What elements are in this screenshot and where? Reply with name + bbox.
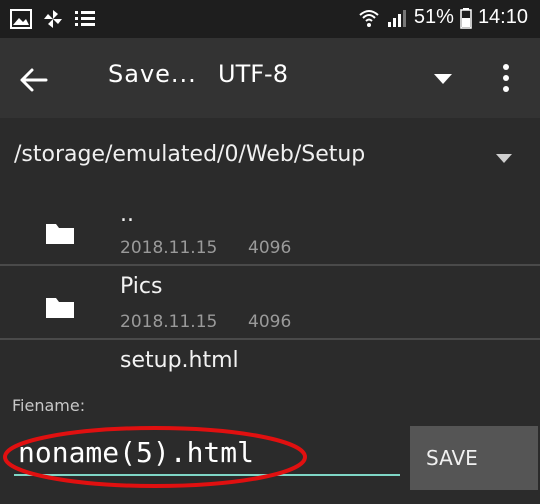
- save-button[interactable]: SAVE: [410, 426, 538, 490]
- list-item-parent[interactable]: .. 2018.11.15 4096: [0, 200, 540, 266]
- file-list: .. 2018.11.15 4096 Pics 2018.11.15 4096 …: [0, 200, 540, 390]
- image-icon: [10, 9, 32, 29]
- back-arrow-icon[interactable]: [16, 62, 52, 98]
- list-icon: [75, 11, 95, 26]
- item-name: setup.html: [120, 348, 239, 373]
- filename-input[interactable]: [14, 430, 400, 476]
- wifi-icon: [359, 9, 379, 27]
- clock: 14:10: [477, 6, 528, 28]
- current-path: /storage/emulated/0/Web/Setup: [14, 142, 366, 167]
- encoding-selector[interactable]: UTF-8: [218, 60, 288, 88]
- status-right: 51% 14:10: [358, 6, 528, 29]
- status-bar: 51% 14:10: [0, 0, 540, 38]
- item-size: 4096: [248, 238, 292, 258]
- list-item-pics[interactable]: Pics 2018.11.15 4096: [0, 266, 540, 332]
- battery-icon: [460, 7, 472, 29]
- item-name: Pics: [120, 274, 163, 299]
- item-name: ..: [120, 202, 134, 227]
- item-date: 2018.11.15: [120, 238, 218, 258]
- more-vert-icon[interactable]: [498, 62, 514, 94]
- folder-icon: [46, 224, 74, 244]
- status-left-icons: [10, 8, 96, 30]
- pinwheel-icon: [44, 10, 62, 28]
- chevron-down-icon[interactable]: [432, 72, 454, 86]
- path-selector[interactable]: /storage/emulated/0/Web/Setup: [0, 118, 540, 200]
- folder-icon: [46, 298, 74, 318]
- item-date: 2018.11.15: [120, 312, 218, 332]
- page-title: Save...: [108, 60, 197, 88]
- signal-icon: [387, 9, 406, 27]
- app-bar: Save... UTF-8: [0, 38, 540, 118]
- filename-label: Fiename:: [12, 396, 86, 415]
- list-item-setup[interactable]: setup.html: [0, 340, 540, 390]
- battery-percent: 51%: [413, 6, 454, 28]
- path-dropdown-icon[interactable]: [494, 152, 514, 164]
- item-size: 4096: [248, 312, 292, 332]
